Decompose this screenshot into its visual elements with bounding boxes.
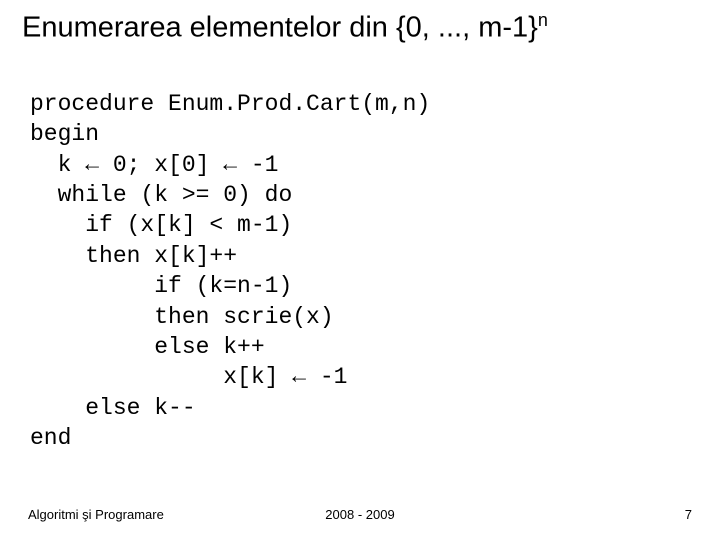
code-line: else k-- (30, 395, 196, 421)
code-block: procedure Enum.Prod.Cart(m,n) begin k ← … (30, 59, 698, 484)
code-line: if (x[k] < m-1) (30, 212, 292, 238)
code-line: if (k=n-1) (30, 273, 292, 299)
code-line: k ← 0; x[0] ← -1 (30, 152, 278, 178)
code-line: x[k] ← -1 (30, 364, 347, 390)
footer-center: 2008 - 2009 (325, 507, 394, 522)
code-line: end (30, 425, 71, 451)
code-line: begin (30, 121, 99, 147)
code-line: else k++ (30, 334, 265, 360)
code-line: then scrie(x) (30, 304, 334, 330)
code-line: then x[k]++ (30, 243, 237, 269)
footer-right: 7 (685, 507, 692, 522)
code-line: while (k >= 0) do (30, 182, 292, 208)
title-text: Enumerarea elementelor din {0, ..., m-1} (22, 12, 538, 44)
slide: Enumerarea elementelor din {0, ..., m-1}… (0, 0, 720, 540)
code-line: procedure Enum.Prod.Cart(m,n) (30, 91, 430, 117)
slide-title: Enumerarea elementelor din {0, ..., m-1}… (22, 10, 698, 45)
footer-left: Algoritmi şi Programare (28, 507, 164, 522)
footer: Algoritmi şi Programare 2008 - 2009 7 (0, 507, 720, 522)
title-superscript: n (538, 10, 548, 30)
